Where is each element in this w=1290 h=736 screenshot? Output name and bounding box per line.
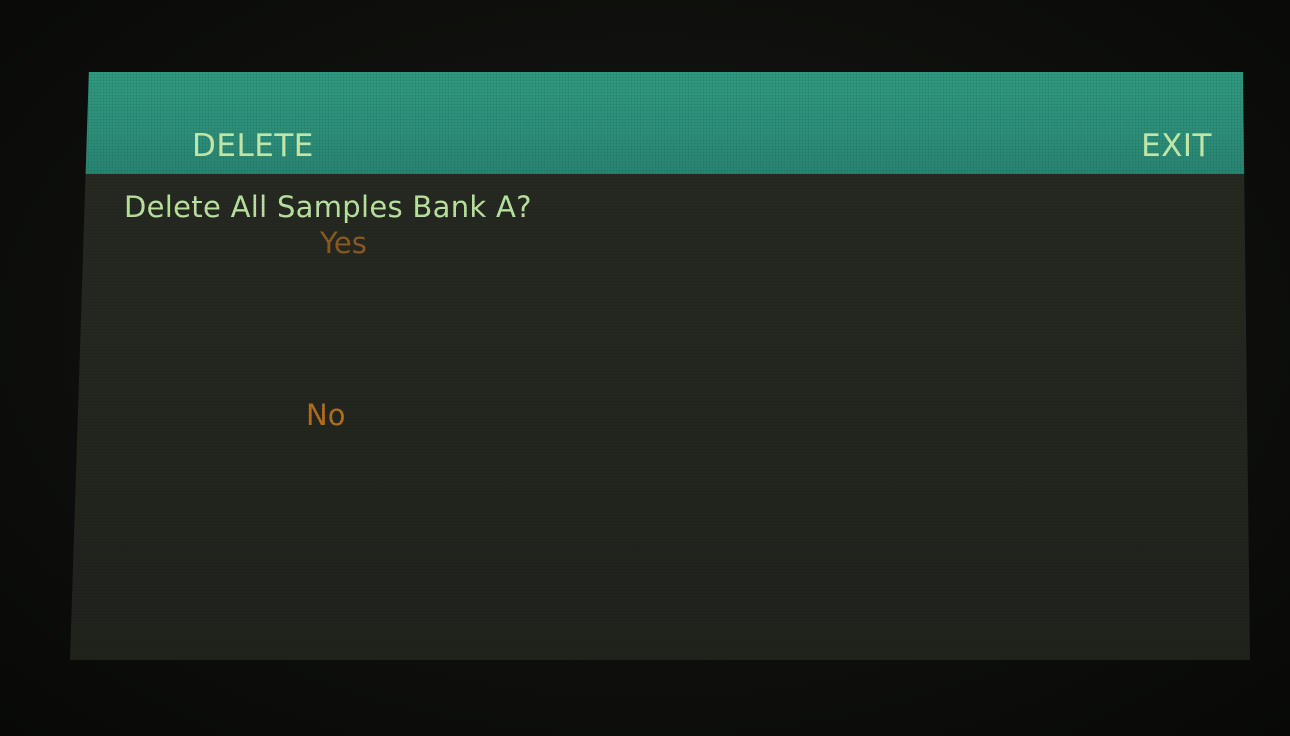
exit-softkey[interactable]: EXIT <box>1141 128 1212 164</box>
confirm-prompt: Delete All Samples Bank A? <box>124 190 532 224</box>
display-screen: DELETE EXIT Delete All Samples Bank A? Y… <box>70 72 1250 660</box>
option-no[interactable]: No <box>306 398 345 432</box>
delete-softkey[interactable]: DELETE <box>192 128 314 164</box>
option-yes[interactable]: Yes <box>320 226 367 260</box>
